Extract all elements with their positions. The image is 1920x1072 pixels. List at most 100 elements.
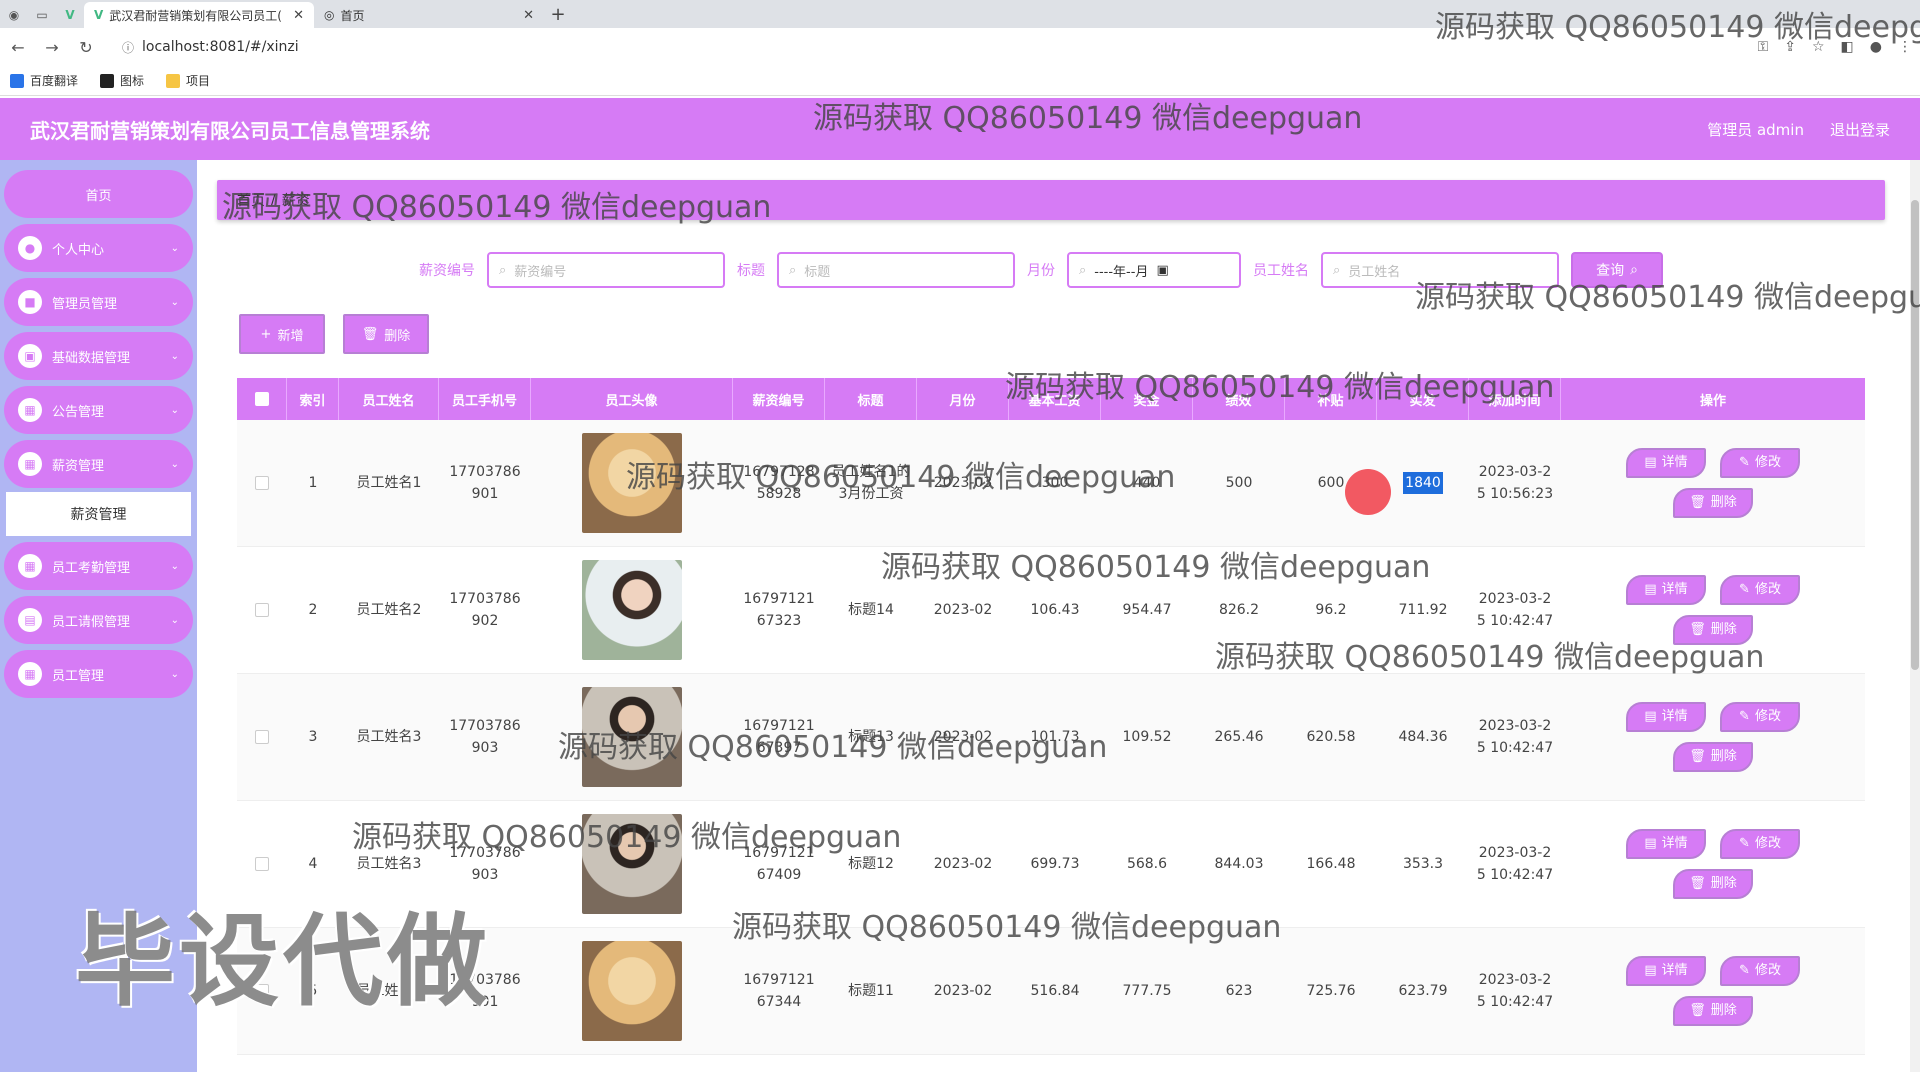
cell-avatar — [531, 928, 733, 1054]
logout-link[interactable]: 退出登录 — [1830, 119, 1890, 140]
salary-no-input[interactable]: ⌕ 薪资编号 — [487, 252, 725, 288]
sidebar-item-notice[interactable]: ▦ 公告管理 ⌄ — [4, 386, 193, 434]
edit-button-label: 修改 — [1754, 963, 1781, 978]
batch-delete-button[interactable]: 🗑 删除 — [343, 314, 429, 354]
profile-icon[interactable]: ● — [1870, 39, 1882, 55]
cell-base-text: 101.73 — [1030, 729, 1080, 745]
cell-title-text: 标题12 — [848, 856, 894, 872]
detail-button[interactable]: ▤ 详情 — [1626, 829, 1706, 859]
row-checkbox[interactable] — [255, 857, 269, 871]
select-all-checkbox[interactable] — [254, 392, 269, 406]
pencil-icon: ✎ — [1739, 582, 1750, 597]
scrollbar[interactable] — [1910, 160, 1920, 1072]
breadcrumb-home[interactable]: 首页 — [237, 190, 265, 210]
cell-index-text: 5 — [308, 983, 318, 999]
row-checkbox[interactable] — [255, 730, 269, 744]
back-icon[interactable]: ← — [8, 38, 28, 57]
window-icon[interactable]: ▭ — [28, 2, 56, 28]
sidebar-item-leave[interactable]: ▤ 员工请假管理 ⌄ — [4, 596, 193, 644]
sidebar-item-employee[interactable]: ▦ 员工管理 ⌄ — [4, 650, 193, 698]
reload-icon[interactable]: ↻ — [76, 38, 96, 57]
employee-name-input[interactable]: ⌕ 员工姓名 — [1321, 252, 1559, 288]
query-button[interactable]: 查询 ⌕ — [1571, 252, 1663, 288]
share-icon[interactable]: ⇪ — [1784, 39, 1796, 55]
tab-home[interactable]: ◎ 首页 ✕ — [314, 2, 544, 28]
sidebar-item-admin[interactable]: ■ 管理员管理 ⌄ — [4, 278, 193, 326]
edit-button[interactable]: ✎ 修改 — [1720, 448, 1800, 478]
chrome-icon[interactable]: ◉ — [0, 2, 28, 28]
url-field[interactable]: ⓘ localhost:8081/#/xinzi — [110, 33, 1744, 61]
sidebar-item-salary[interactable]: ▦ 薪资管理 ⌄ — [4, 440, 193, 488]
menu-dots-icon[interactable]: ⋮ — [1898, 39, 1912, 55]
search-icon: ⌕ — [1079, 262, 1087, 278]
cell-time-text: 2023-03-25 10:42:47 — [1476, 845, 1554, 883]
row-checkbox[interactable] — [255, 476, 269, 490]
list-icon: ▤ — [1644, 455, 1657, 470]
star-icon[interactable]: ☆ — [1812, 39, 1825, 55]
search-icon: ⌕ — [499, 262, 507, 278]
tab-app[interactable]: V 武汉君耐营销策划有限公司员工( ✕ — [84, 2, 314, 28]
info-icon[interactable]: ⓘ — [122, 39, 134, 56]
delete-button-label: 删除 — [1710, 622, 1737, 637]
detail-button[interactable]: ▤ 详情 — [1626, 956, 1706, 986]
cell-perf-text: 623 — [1225, 983, 1253, 999]
close-icon[interactable]: ✕ — [523, 8, 534, 23]
edit-button[interactable]: ✎ 修改 — [1720, 956, 1800, 986]
avatar[interactable] — [582, 687, 682, 787]
delete-button[interactable]: 🗑 删除 — [1673, 488, 1753, 518]
bookmark-icons[interactable]: 图标 — [100, 72, 144, 89]
cell-subsidy: 166.48 — [1285, 801, 1377, 927]
col-perf: 绩效 — [1193, 378, 1285, 420]
forward-icon[interactable]: → — [42, 38, 62, 57]
delete-button-label: 删除 — [1710, 749, 1737, 764]
cell-title-text: 标题11 — [848, 983, 894, 999]
cell-bonus: 440 — [1101, 420, 1193, 546]
row-checkbox[interactable] — [255, 984, 269, 998]
cell-base: 101.73 — [1009, 674, 1101, 800]
chevron-down-icon: ⌄ — [170, 296, 179, 308]
sidebar-item-personal-center[interactable]: ● 个人中心 ⌄ — [4, 224, 193, 272]
delete-button-label: 删除 — [1710, 495, 1737, 510]
edit-button[interactable]: ✎ 修改 — [1720, 575, 1800, 605]
sidebar-item-attendance[interactable]: ▦ 员工考勤管理 ⌄ — [4, 542, 193, 590]
add-button[interactable]: + 新增 — [239, 314, 325, 354]
bookmark-project[interactable]: 项目 — [166, 72, 210, 89]
bookmark-translate[interactable]: 百度翻译 — [10, 72, 78, 89]
cell-phone-text: 17703786901 — [449, 972, 521, 1010]
trash-icon: 🗑 — [1689, 622, 1706, 637]
avatar[interactable] — [582, 941, 682, 1041]
delete-button[interactable]: 🗑 删除 — [1673, 615, 1753, 645]
sidebar-item-basic-data[interactable]: ▣ 基础数据管理 ⌄ — [4, 332, 193, 380]
trash-icon: 🗑 — [1689, 1003, 1706, 1018]
key-icon[interactable]: ⚿ — [1758, 39, 1769, 55]
month-input[interactable]: ⌕ ----年--月 ▣ — [1067, 252, 1241, 288]
breadcrumb-current: 薪资 — [281, 193, 310, 209]
row-checkbox[interactable] — [255, 603, 269, 617]
close-icon[interactable]: ✕ — [293, 8, 304, 23]
cell-phone: 17703786903 — [439, 801, 531, 927]
new-tab-icon[interactable]: + — [544, 2, 572, 28]
table-row: 3 员工姓名3 17703786903 1679712167397 标题13 2023-0… — [237, 674, 1865, 801]
avatar[interactable] — [582, 814, 682, 914]
detail-button[interactable]: ▤ 详情 — [1626, 575, 1706, 605]
delete-button[interactable]: 🗑 删除 — [1673, 869, 1753, 899]
submenu-salary-manage[interactable]: 薪资管理 — [6, 492, 191, 536]
avatar[interactable] — [582, 433, 682, 533]
delete-button[interactable]: 🗑 删除 — [1673, 742, 1753, 772]
sidepanel-icon[interactable]: ◧ — [1841, 39, 1854, 55]
delete-button[interactable]: 🗑 删除 — [1673, 996, 1753, 1026]
detail-button[interactable]: ▤ 详情 — [1626, 702, 1706, 732]
sidebar-item-home[interactable]: 首页 — [4, 170, 193, 218]
avatar[interactable] — [582, 560, 682, 660]
label-employee-name: 员工姓名 — [1253, 263, 1309, 279]
edit-button[interactable]: ✎ 修改 — [1720, 829, 1800, 859]
scrollbar-thumb[interactable] — [1911, 200, 1919, 670]
col-index: 索引 — [287, 378, 339, 420]
cell-name-text: 员工姓名1 — [356, 475, 422, 491]
detail-button[interactable]: ▤ 详情 — [1626, 448, 1706, 478]
edit-button[interactable]: ✎ 修改 — [1720, 702, 1800, 732]
title-input[interactable]: ⌕ 标题 — [777, 252, 1015, 288]
calendar-icon[interactable]: ▣ — [1156, 263, 1168, 278]
col-name: 员工姓名 — [339, 378, 439, 420]
col-bonus: 奖金 — [1101, 378, 1193, 420]
